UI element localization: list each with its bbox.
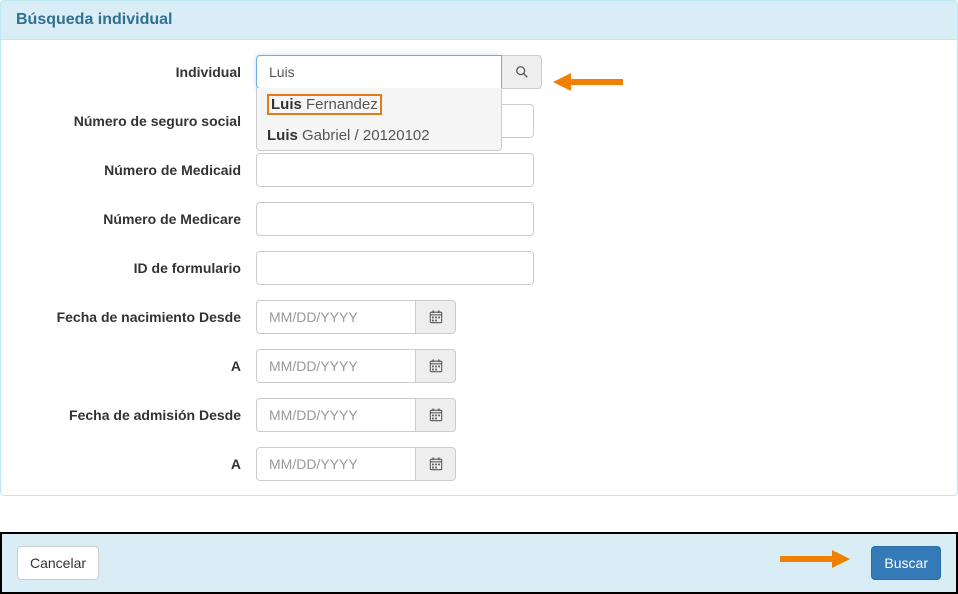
dob-to-input[interactable] bbox=[256, 349, 416, 383]
search-button[interactable]: Buscar bbox=[871, 546, 941, 580]
search-panel: Búsqueda individual Individual Luis Fern… bbox=[0, 0, 958, 496]
search-icon bbox=[515, 65, 529, 79]
formid-label: ID de formulario bbox=[16, 260, 256, 276]
medicaid-label: Número de Medicaid bbox=[16, 162, 256, 178]
dob-to-label: A bbox=[16, 358, 256, 374]
medicare-label: Número de Medicare bbox=[16, 211, 256, 227]
calendar-icon bbox=[429, 310, 443, 324]
suggestion-rest-text: Fernandez bbox=[302, 96, 378, 113]
suggestion-rest-text: Gabriel / 20120102 bbox=[298, 127, 430, 144]
individual-label: Individual bbox=[16, 64, 256, 80]
individual-search-button[interactable] bbox=[502, 55, 542, 89]
adm-to-calendar-button[interactable] bbox=[416, 447, 456, 481]
suggestion-highlight: Luis Fernandez bbox=[267, 94, 382, 115]
formid-input[interactable] bbox=[256, 251, 534, 285]
calendar-icon bbox=[429, 408, 443, 422]
adm-from-calendar-button[interactable] bbox=[416, 398, 456, 432]
adm-from-input[interactable] bbox=[256, 398, 416, 432]
individual-input[interactable] bbox=[256, 55, 502, 89]
calendar-icon bbox=[429, 457, 443, 471]
medicare-input[interactable] bbox=[256, 202, 534, 236]
footer-bar: Cancelar Buscar bbox=[0, 532, 958, 594]
dob-to-calendar-button[interactable] bbox=[416, 349, 456, 383]
dob-from-label: Fecha de nacimiento Desde bbox=[16, 309, 256, 325]
cancel-button[interactable]: Cancelar bbox=[17, 546, 99, 580]
suggestion-match-text: Luis bbox=[271, 96, 302, 113]
individual-suggestions: Luis Fernandez Luis Gabriel / 20120102 bbox=[256, 88, 502, 151]
panel-heading: Búsqueda individual bbox=[1, 1, 957, 40]
adm-from-label: Fecha de admisión Desde bbox=[16, 407, 256, 423]
medicaid-input[interactable] bbox=[256, 153, 534, 187]
suggestion-item-2[interactable]: Luis Gabriel / 20120102 bbox=[257, 121, 501, 150]
panel-title: Búsqueda individual bbox=[16, 11, 172, 28]
dob-from-calendar-button[interactable] bbox=[416, 300, 456, 334]
dob-from-input[interactable] bbox=[256, 300, 416, 334]
suggestion-item-1[interactable]: Luis Fernandez bbox=[257, 88, 501, 121]
calendar-icon bbox=[429, 359, 443, 373]
adm-to-input[interactable] bbox=[256, 447, 416, 481]
ssn-label: Número de seguro social bbox=[16, 113, 256, 129]
adm-to-label: A bbox=[16, 456, 256, 472]
suggestion-match-text: Luis bbox=[267, 127, 298, 144]
panel-body: Individual Luis Fernandez Luis Gabriel /… bbox=[1, 40, 957, 495]
